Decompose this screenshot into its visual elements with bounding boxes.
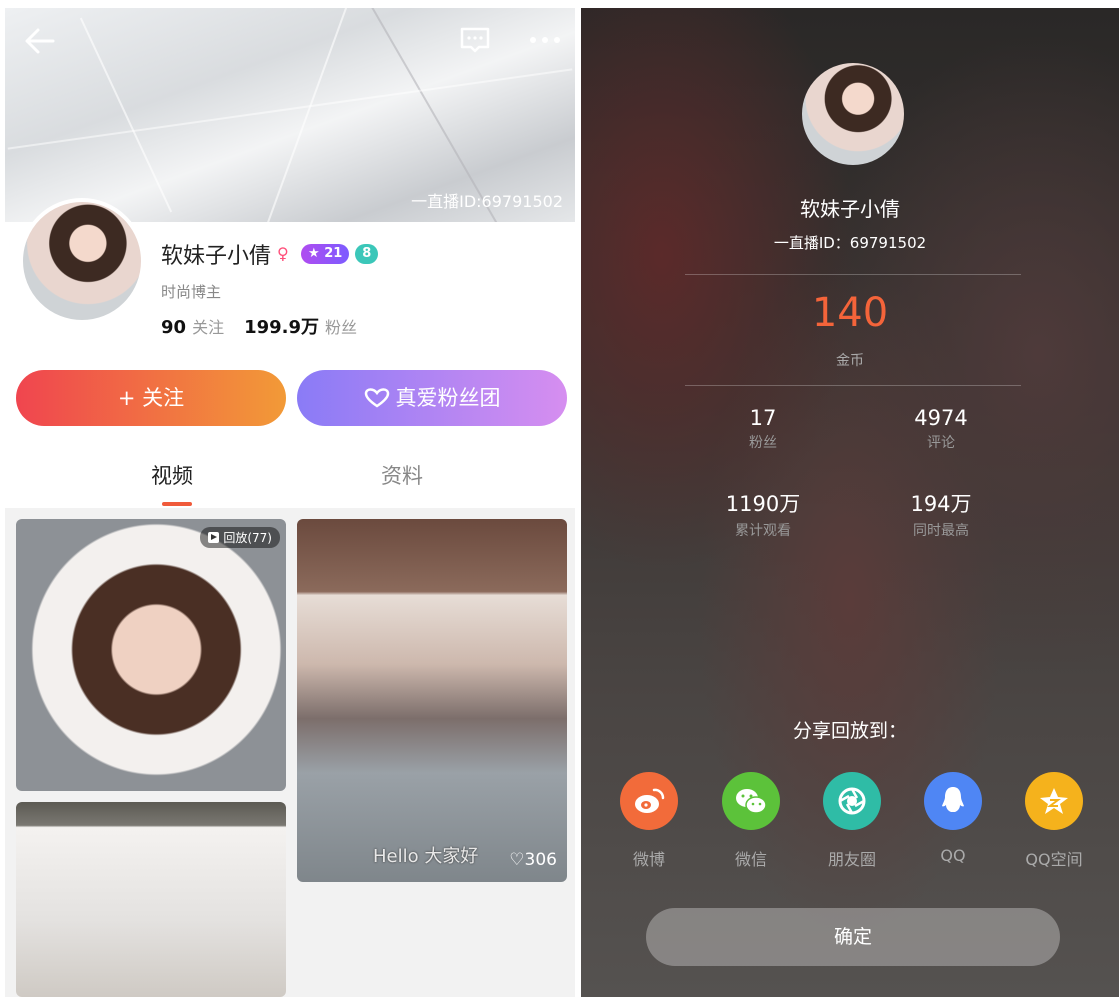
stat-total-views: 1190万 累计观看 [725,492,801,539]
divider [685,274,1021,275]
active-tab-indicator [162,502,192,506]
profile-subtitle: 时尚博主 [161,283,222,301]
heart-icon [364,388,389,408]
moments-icon [823,772,881,830]
stat-fans: 17 粉丝 [749,406,777,451]
share-qq[interactable]: QQ [913,772,993,865]
fans-label[interactable]: 粉丝 [325,314,357,338]
tab-video[interactable]: 视频 [151,460,193,490]
qzone-icon [1025,772,1083,830]
stat-comments: 4974 评论 [914,406,968,451]
play-icon [208,532,220,543]
fans-count: 199.9万 [244,317,320,338]
share-qzone[interactable]: QQ空间 [1014,772,1094,870]
back-arrow-icon[interactable] [23,26,57,56]
like-count: ♡306 [509,850,557,870]
screen: 一直播ID:69791502 软妹子小倩 ♀ ★ 21 8 时尚博主 90 关注… [0,0,1119,997]
video-caption: Hello 大家好 [373,846,479,867]
stat-peak-concurrent: 194万 同时最高 [910,492,972,539]
video-thumbnail[interactable]: Hello 大家好 ♡306 [297,519,567,882]
profile-banner: 一直播ID:69791502 [5,8,575,222]
weibo-icon [620,772,678,830]
avatar[interactable] [19,198,145,324]
following-label[interactable]: 关注 [192,314,224,338]
fan-club-button[interactable]: 真爱粉丝团 [297,370,567,426]
share-moments[interactable]: 朋友圈 [812,772,892,870]
share-wechat[interactable]: 微信 [711,772,791,870]
profile-page: 一直播ID:69791502 软妹子小倩 ♀ ★ 21 8 时尚博主 90 关注… [5,8,575,997]
follow-stats: 90 关注 199.9万 粉丝 [161,313,357,339]
divider [685,385,1021,386]
room-id: 一直播ID：69791502 [773,234,927,252]
qq-icon [924,772,982,830]
fan-badge: 8 [355,244,379,264]
coin-count: 140 [811,290,889,336]
tab-info[interactable]: 资料 [381,460,423,490]
coin-label: 金币 [836,353,864,369]
more-icon[interactable] [527,28,563,52]
streamer-name: 软妹子小倩 [800,197,900,221]
message-icon[interactable] [459,26,491,54]
room-id: 一直播ID:69791502 [411,192,563,211]
follow-button[interactable]: + 关注 [16,370,286,426]
video-thumbnail[interactable] [16,802,286,997]
streamer-name: 软妹子小倩 [161,244,272,269]
replay-badge: 回放(77) [200,527,280,548]
video-thumbnail[interactable]: 回放(77) [16,519,286,791]
confirm-button[interactable]: 确定 [646,908,1060,966]
female-gender-icon: ♀ [277,244,289,263]
replay-summary-panel: 软妹子小倩 一直播ID：69791502 140 金币 17 粉丝 4974 评论 … [581,8,1119,997]
avatar [802,63,904,165]
name-row: 软妹子小倩 ♀ ★ 21 8 [161,238,379,270]
share-weibo[interactable]: 微博 [609,772,689,870]
share-title: 分享回放到： [792,720,907,742]
level-badge: ★ 21 [301,244,350,264]
wechat-icon [722,772,780,830]
following-count: 90 [161,317,187,338]
